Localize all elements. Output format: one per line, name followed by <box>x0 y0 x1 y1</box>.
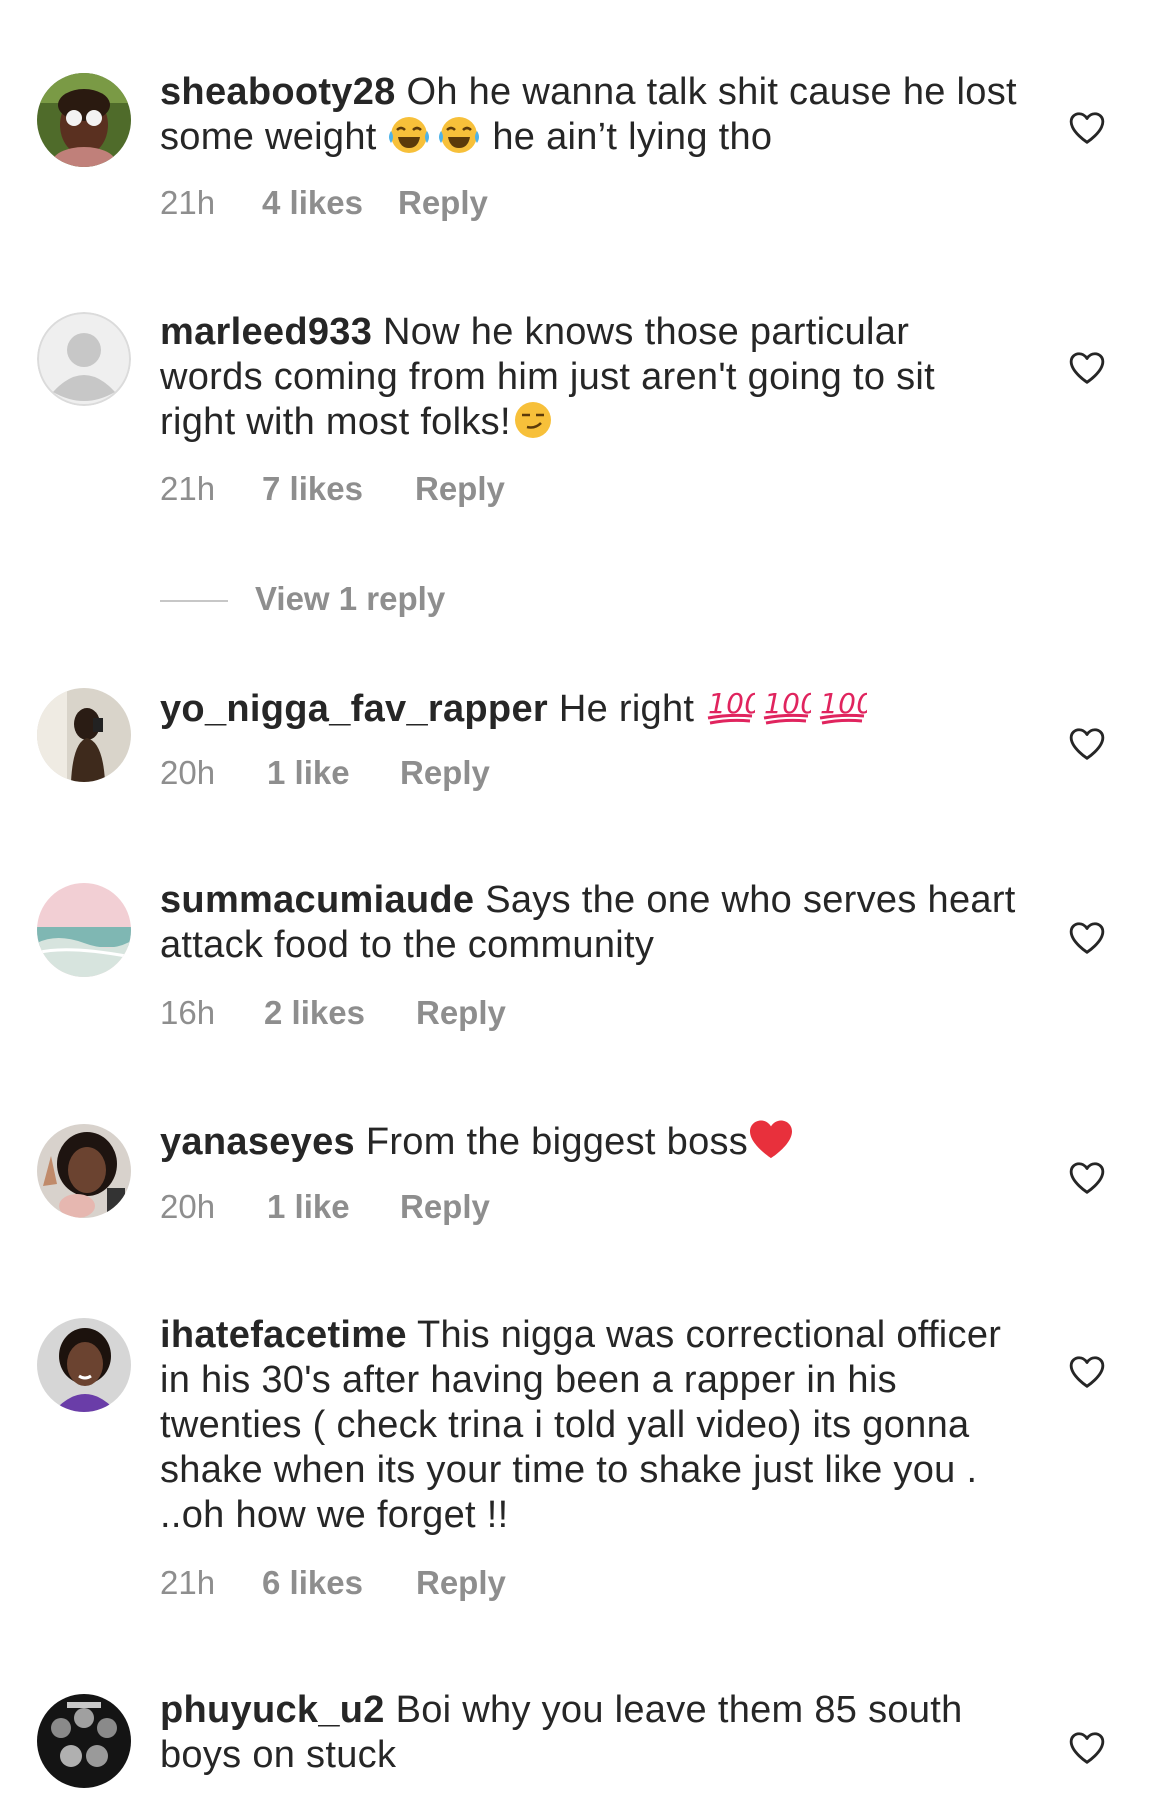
heart-outline-icon[interactable] <box>1068 920 1106 956</box>
comment-time: 21h <box>160 1564 216 1601</box>
avatar[interactable] <box>37 1694 131 1788</box>
reply-button[interactable]: Reply <box>398 184 488 222</box>
heart-outline-icon[interactable] <box>1068 726 1106 762</box>
comment-text: ihatefacetime This nigga was correctiona… <box>160 1313 1020 1538</box>
like-count[interactable]: 7 likes <box>262 470 415 508</box>
comment-text: marleed933 Now he knows those particular… <box>160 310 1020 451</box>
comment-text: sheabooty28 Oh he wanna talk shit cause … <box>160 70 1020 166</box>
username[interactable]: yo_nigga_fav_rapper <box>160 688 548 730</box>
comment-meta: 21h 6 likes Reply <box>160 1564 506 1602</box>
username[interactable]: sheabooty28 <box>160 71 396 113</box>
divider <box>160 600 228 603</box>
like-count[interactable]: 1 like <box>267 1188 400 1226</box>
view-replies-button[interactable]: View 1 reply <box>160 580 445 618</box>
comment-body: He right <box>558 688 706 730</box>
comment-text: yo_nigga_fav_rapper He right 100100100 <box>160 683 1020 738</box>
view-replies-label[interactable]: View 1 reply <box>255 580 445 617</box>
heart-outline-icon[interactable] <box>1068 350 1106 386</box>
reply-button[interactable]: Reply <box>400 754 490 792</box>
avatar[interactable] <box>37 688 131 782</box>
comment-text: summacumiaude Says the one who serves he… <box>160 878 1020 968</box>
username[interactable]: ihatefacetime <box>160 1314 407 1356</box>
avatar[interactable] <box>37 312 131 406</box>
avatar[interactable] <box>37 1318 131 1412</box>
like-count[interactable]: 2 likes <box>264 994 416 1032</box>
reply-button[interactable]: Reply <box>416 1564 506 1602</box>
comment-meta: 21h 4 likes Reply <box>160 184 488 222</box>
comment-meta: 20h 1 like Reply <box>160 754 490 792</box>
comment-text: yanaseyes From the biggest boss <box>160 1118 1020 1171</box>
comment-time: 20h <box>160 1188 216 1225</box>
reply-button[interactable]: Reply <box>400 1188 490 1226</box>
avatar[interactable] <box>37 883 131 977</box>
red-heart-icon <box>748 1118 794 1171</box>
heart-outline-icon[interactable] <box>1068 110 1106 146</box>
comment-time: 21h <box>160 470 216 507</box>
comment-text: phuyuck_u2 Boi why you leave them 85 sou… <box>160 1688 1020 1778</box>
comment-body: he ain’t lying tho <box>481 116 773 158</box>
comment-time: 20h <box>160 754 216 791</box>
comment-meta: 21h 7 likes Reply <box>160 470 505 508</box>
comment-meta: 16h 2 likes Reply <box>160 994 506 1032</box>
avatar[interactable] <box>37 73 131 167</box>
reply-button[interactable]: Reply <box>416 994 506 1032</box>
face-with-tears-of-joy-icon <box>387 115 431 166</box>
like-count[interactable]: 1 like <box>267 754 400 792</box>
heart-outline-icon[interactable] <box>1068 1160 1106 1196</box>
comment-meta: 20h 1 like Reply <box>160 1188 490 1226</box>
comment-body: From the biggest boss <box>365 1121 749 1163</box>
username[interactable]: marleed933 <box>160 311 372 353</box>
face-with-tears-of-joy-icon <box>437 115 481 166</box>
heart-outline-icon[interactable] <box>1068 1354 1106 1390</box>
heart-outline-icon[interactable] <box>1068 1730 1106 1766</box>
like-count[interactable]: 4 likes <box>262 184 398 222</box>
like-count[interactable]: 6 likes <box>262 1564 416 1602</box>
hundred-points-icon: 100 <box>705 683 762 738</box>
username[interactable]: yanaseyes <box>160 1121 355 1163</box>
hundred-points-icon: 100 <box>761 683 818 738</box>
username[interactable]: summacumiaude <box>160 879 474 921</box>
hundred-points-icon: 100 <box>817 683 874 738</box>
smirking-face-icon <box>511 400 555 451</box>
username[interactable]: phuyuck_u2 <box>160 1689 385 1731</box>
comment-time: 16h <box>160 994 216 1031</box>
avatar[interactable] <box>37 1124 131 1218</box>
comment-time: 21h <box>160 184 216 221</box>
reply-button[interactable]: Reply <box>415 470 505 508</box>
